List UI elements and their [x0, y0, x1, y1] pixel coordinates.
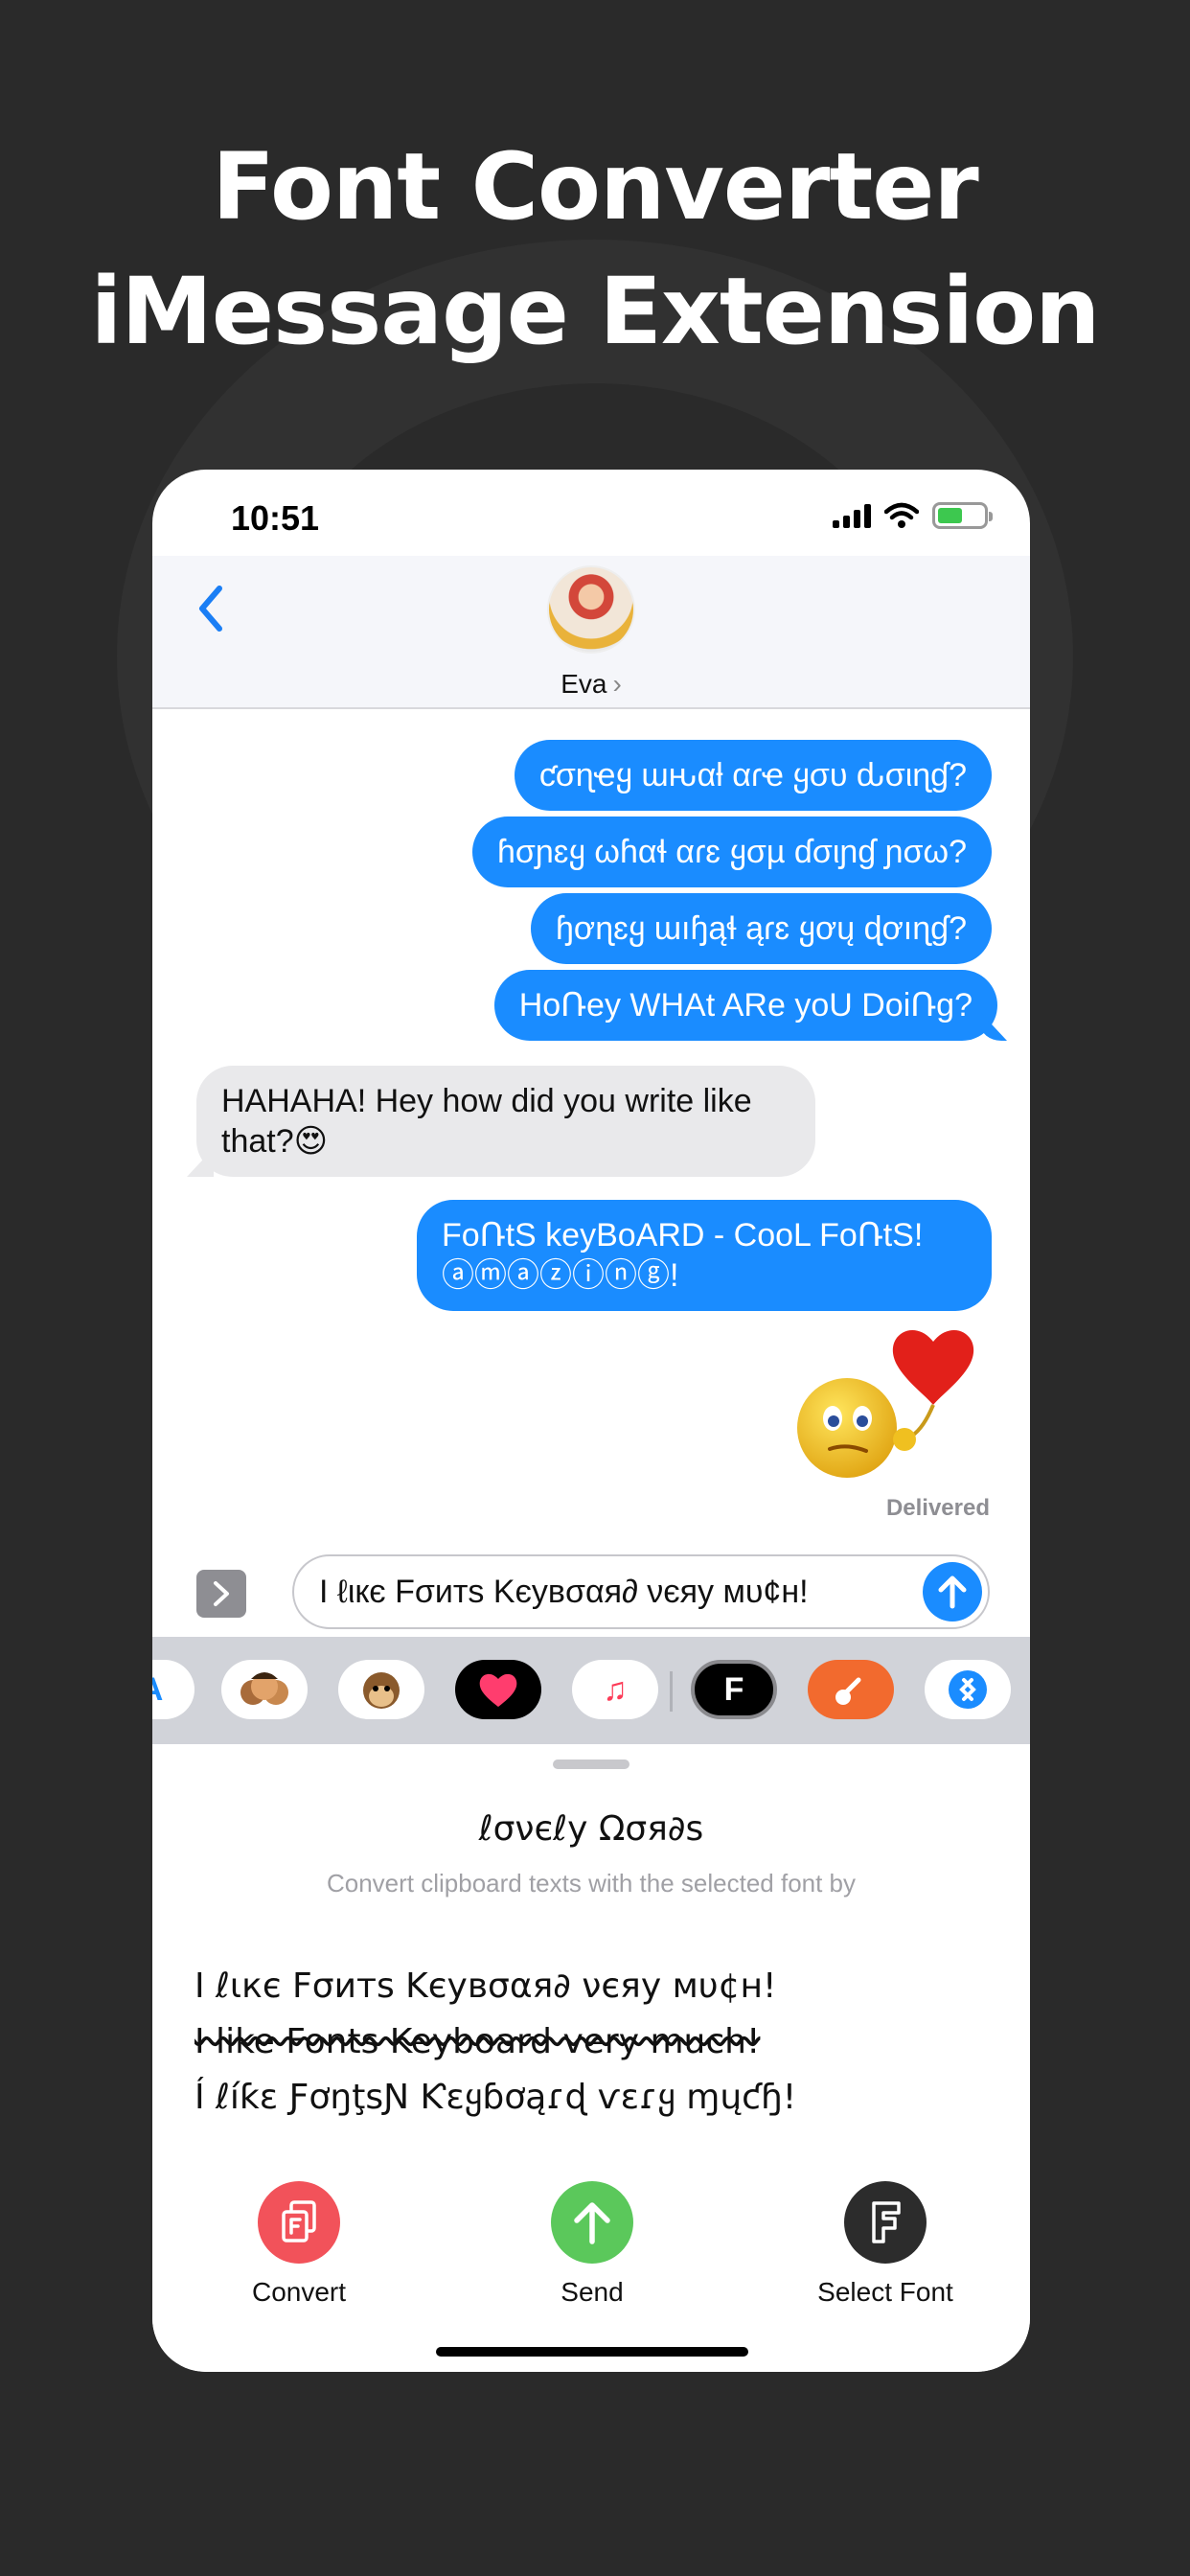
contact-name[interactable]: Eva › — [152, 669, 1030, 700]
message-bubble[interactable]: ɦσɲɛყ ωɦαɬ αɾɛ ყσµ ɗσιɲɠ ɲσω? — [471, 816, 992, 887]
convert-icon — [258, 2181, 340, 2264]
arrow-up-icon — [938, 1576, 967, 1609]
fonts-app-icon[interactable]: F — [691, 1660, 777, 1719]
select-font-label: Select Font — [817, 2277, 953, 2307]
headline-line-2: iMessage Extension — [90, 258, 1100, 365]
contact-name-label: Eva — [561, 669, 607, 699]
font-f-icon — [844, 2181, 927, 2264]
apps-expand-button[interactable] — [196, 1570, 246, 1618]
chevron-right-icon — [214, 1581, 229, 1606]
chevron-right-icon: › — [612, 669, 622, 699]
send-converted-button[interactable]: Send — [496, 2181, 688, 2308]
music-icon[interactable]: ♫ — [572, 1660, 658, 1719]
convert-label: Convert — [251, 2277, 347, 2307]
converted-text-preview[interactable]: I like Fonts Keyboard very much! — [195, 2022, 760, 2061]
app-strip-divider — [670, 1671, 673, 1712]
message-input-text: I ℓιкє Fσитѕ Kєувσαя∂ νєяу мυ¢н! — [319, 1574, 809, 1610]
headline-line-1: Font Converter — [212, 133, 978, 241]
headline: Font Converter iMessage Extension — [0, 125, 1190, 374]
panel-instructions: Convert clipboard texts with the selecte… — [326, 1869, 857, 1898]
battery-icon — [932, 502, 993, 529]
delivered-status: Delivered — [885, 1495, 990, 1521]
heart-balloon-emoji-sticker[interactable] — [790, 1322, 991, 1485]
phone-screen: 10:51 Eva › ƈσɳҽყ ɯԋαƚ αɾҽ ყσυ ԃσιɳɠ? ɦσɲ… — [152, 470, 1030, 2372]
contact-avatar[interactable] — [547, 565, 635, 654]
send-button[interactable] — [923, 1562, 982, 1622]
back-chevron-icon[interactable] — [191, 575, 233, 642]
converted-text-preview[interactable]: Í ℓíƙɛ ƑơŋţѕƝ Ƙɛყɓơąɾɖ ѵɛɾყ ɱųƈɧ! — [195, 2078, 796, 2117]
arrow-up-icon — [551, 2181, 633, 2264]
shazam-icon[interactable] — [925, 1660, 1011, 1719]
message-bubble[interactable]: ƈσɳҽყ ɯԋαƚ αɾҽ ყσυ ԃσιɳɠ? — [514, 740, 992, 811]
garageband-icon[interactable] — [808, 1660, 894, 1719]
memoji-icon[interactable] — [221, 1660, 308, 1719]
select-font-button[interactable]: Select Font — [790, 2181, 981, 2308]
convert-button[interactable]: Convert — [203, 2181, 395, 2308]
cellular-signal-icon — [833, 503, 871, 528]
send-label: Send — [561, 2277, 624, 2307]
converted-text-preview[interactable]: I ℓιкє Fσитѕ Kєувσαя∂ νєяу мυ¢н! — [195, 1966, 776, 2006]
font-converter-panel: ℓσνєℓу Ωσя∂ѕ Convert clipboard texts wit… — [152, 1750, 1030, 2372]
app-store-icon[interactable]: A — [152, 1660, 195, 1719]
message-bubble-received[interactable]: HAHAHA! Hey how did you write like that?… — [196, 1066, 815, 1177]
conversation-header: Eva › — [152, 556, 1030, 709]
message-bubble[interactable]: HoՌey WHAt ARe yoU DoiՌg? — [493, 970, 997, 1041]
message-bubble[interactable]: ɧơɳɛყ ɯıɧąɬ ąɾɛ ყơų ɖơıɳɠ? — [530, 893, 992, 964]
selected-font-name: ℓσνєℓу Ωσя∂ѕ — [478, 1809, 704, 1849]
status-time: 10:51 — [231, 498, 320, 538]
status-icons — [833, 502, 993, 529]
message-input[interactable]: I ℓιкє Fσитѕ Kєувσαя∂ νєяу мυ¢н! — [292, 1554, 990, 1629]
message-bubble[interactable]: FoՌtS keyBoARD - CooL FoՌtS! ⓐⓜⓐⓩⓘⓝⓖ! — [417, 1200, 992, 1311]
monkey-animoji-icon[interactable] — [338, 1660, 424, 1719]
sheet-grabber[interactable] — [553, 1760, 629, 1769]
imessage-app-drawer: A ♫ F — [152, 1637, 1030, 1744]
digital-touch-icon[interactable] — [455, 1660, 541, 1719]
wifi-icon — [884, 502, 919, 528]
home-indicator[interactable] — [436, 2347, 748, 2357]
